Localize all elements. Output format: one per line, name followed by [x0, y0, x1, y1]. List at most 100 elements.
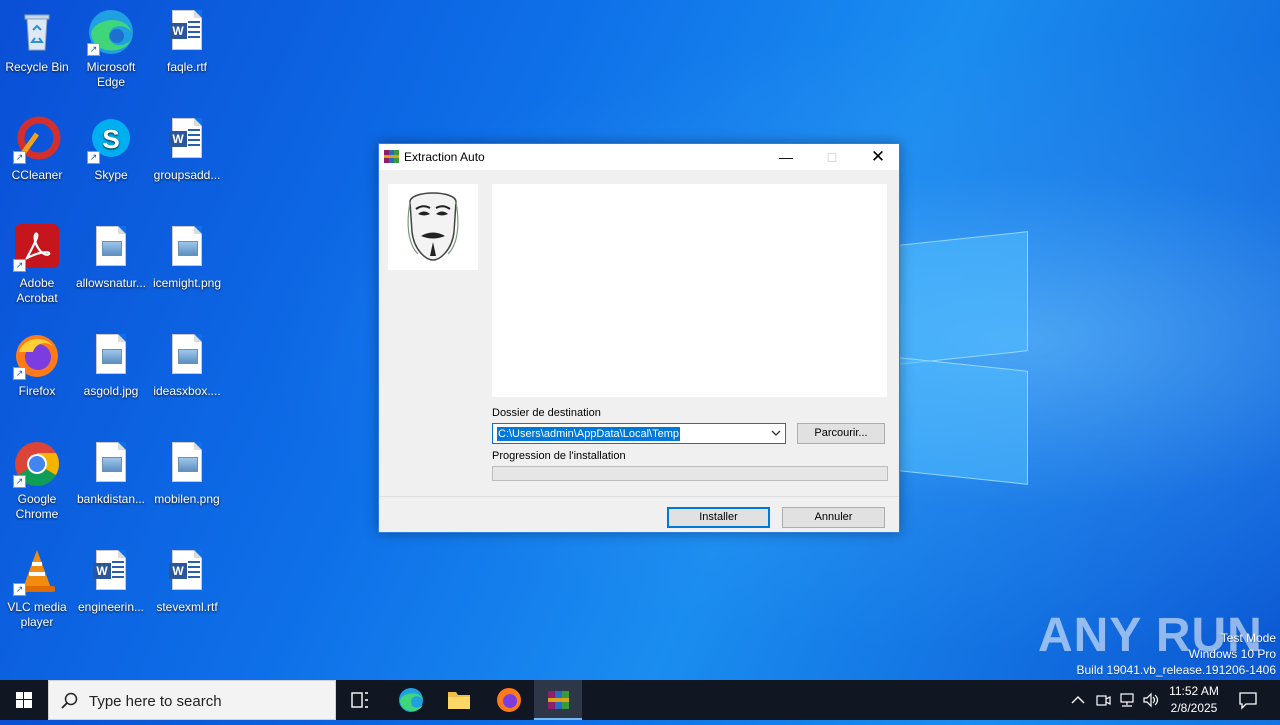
image-file-icon [163, 332, 211, 380]
browse-button[interactable]: Parcourir... [797, 423, 885, 444]
taskbar-clock[interactable]: 11:52 AM 2/8/2025 [1160, 683, 1228, 717]
winrar-icon [384, 150, 399, 163]
dialog-titlebar[interactable]: Extraction Auto — □ ✕ [379, 144, 899, 170]
firefox-icon [497, 688, 521, 712]
firefox-icon: ↗ [13, 332, 61, 380]
skype-icon: S ↗ [87, 116, 135, 164]
desktop-icon-asgold[interactable]: asgold.jpg [73, 332, 149, 399]
taskbar-firefox[interactable] [485, 680, 533, 720]
desktop-icon-icemight[interactable]: icemight.png [149, 224, 225, 291]
desktop-icon-adobe-acrobat[interactable]: ↗ Adobe Acrobat [0, 224, 75, 306]
destination-value: C:\Users\admin\AppData\Local\Temp [497, 427, 680, 441]
image-file-icon [87, 224, 135, 272]
recycle-bin-icon [13, 8, 61, 56]
desktop-icon-ideasxbox[interactable]: ideasxbox.... [149, 332, 225, 399]
chevron-down-icon[interactable] [771, 428, 781, 438]
desktop-icon-label: Firefox [18, 384, 56, 398]
taskbar-search-box[interactable]: Type here to search [48, 680, 336, 720]
start-button[interactable] [0, 680, 48, 720]
notification-icon[interactable] [1238, 690, 1258, 710]
meet-now-icon[interactable] [1095, 692, 1111, 708]
image-file-icon [163, 440, 211, 488]
desktop-icon-engineerin[interactable]: W engineerin... [73, 548, 149, 615]
edge-icon: ↗ [87, 8, 135, 56]
desktop-icon-groupsadd[interactable]: W groupsadd... [149, 116, 225, 183]
watermark-edition: Windows 10 Pro [1188, 647, 1276, 661]
dialog-title: Extraction Auto [404, 150, 485, 164]
maximize-button[interactable]: □ [809, 144, 855, 170]
search-placeholder: Type here to search [89, 693, 222, 710]
desktop-icon-label: Google Chrome [15, 492, 59, 521]
cancel-button[interactable]: Annuler [782, 507, 885, 528]
desktop-icon-label: icemight.png [152, 276, 222, 290]
windows-start-icon [16, 692, 32, 708]
watermark-build: Build 19041.vb_release.191206-1406 [1076, 663, 1277, 677]
watermark-test-mode: Test Mode [1220, 631, 1276, 645]
dialog-separator [379, 496, 899, 497]
clock-time: 11:52 AM [1169, 684, 1219, 698]
desktop-icon-recycle-bin[interactable]: Recycle Bin [0, 8, 75, 75]
search-icon [61, 692, 78, 709]
image-file-icon [87, 440, 135, 488]
desktop-icon-label: CCleaner [11, 168, 63, 182]
desktop-icon-google-chrome[interactable]: ↗ Google Chrome [0, 440, 75, 522]
desktop-icon-label: bankdistan... [76, 492, 146, 506]
installation-progress-bar [492, 466, 888, 481]
taskbar-edge[interactable] [387, 680, 435, 720]
desktop-icon-skype[interactable]: S ↗ Skype [73, 116, 149, 183]
folder-icon [448, 692, 470, 709]
desktop-icon-microsoft-edge[interactable]: ↗ Microsoft Edge [73, 8, 149, 90]
chevron-up-icon[interactable] [1070, 693, 1086, 707]
volume-icon[interactable] [1142, 692, 1160, 708]
minimize-button[interactable]: — [763, 144, 809, 170]
chrome-icon: ↗ [13, 440, 61, 488]
close-button[interactable]: ✕ [855, 144, 901, 170]
desktop-icon-label: groupsadd... [153, 168, 221, 182]
install-button[interactable]: Installer [667, 507, 770, 528]
acrobat-icon: ↗ [13, 224, 61, 272]
svg-text:S: S [102, 124, 119, 154]
desktop-icon-vlc[interactable]: ↗ VLC media player [0, 548, 75, 630]
system-watermark: Test Mode Windows 10 Pro Build 19041.vb_… [1077, 630, 1277, 678]
desktop-icon-label: Skype [94, 168, 128, 182]
installer-logo-image [388, 184, 478, 270]
winrar-icon [548, 691, 569, 709]
desktop-icon-label: stevexml.rtf [156, 600, 218, 614]
task-view-button[interactable] [336, 680, 384, 720]
desktop-icon-label: Recycle Bin [5, 60, 69, 74]
clock-date: 2/8/2025 [1170, 701, 1218, 715]
word-document-icon: W [163, 116, 211, 164]
desktop-icon-faqle[interactable]: W faqle.rtf [149, 8, 225, 75]
ccleaner-icon: ↗ [13, 116, 61, 164]
desktop-icon-label: VLC media player [7, 600, 67, 629]
taskbar-file-explorer[interactable] [435, 680, 483, 720]
desktop-icon-allowsnatur[interactable]: allowsnatur... [73, 224, 149, 291]
word-document-icon: W [163, 8, 211, 56]
desktop-icon-firefox[interactable]: ↗ Firefox [0, 332, 75, 399]
desktop-icon-stevexml[interactable]: W stevexml.rtf [149, 548, 225, 615]
image-file-icon [87, 332, 135, 380]
desktop-icon-label: allowsnatur... [75, 276, 147, 290]
taskbar: Type here to search 11:52 AM 2/8/2025 [0, 680, 1280, 720]
edge-icon [399, 688, 423, 712]
image-file-icon [163, 224, 211, 272]
word-document-icon: W [163, 548, 211, 596]
desktop-icon-label: ideasxbox.... [153, 384, 221, 398]
vlc-icon: ↗ [13, 548, 61, 596]
desktop-icon-mobilen[interactable]: mobilen.png [149, 440, 225, 507]
desktop-icon-label: asgold.jpg [83, 384, 139, 398]
extraction-dialog: Extraction Auto — □ ✕ Dossier de destina… [378, 143, 900, 533]
taskbar-winrar[interactable] [534, 680, 582, 720]
desktop-icon-bankdistan[interactable]: bankdistan... [73, 440, 149, 507]
network-icon[interactable] [1118, 692, 1136, 708]
desktop-icon-label: Adobe Acrobat [16, 276, 58, 305]
desktop-icon-label: engineerin... [77, 600, 145, 614]
destination-combobox[interactable]: C:\Users\admin\AppData\Local\Temp [492, 423, 786, 444]
word-document-icon: W [87, 548, 135, 596]
destination-label: Dossier de destination [492, 407, 601, 419]
license-text-area[interactable] [492, 184, 887, 397]
desktop-icon-label: Microsoft Edge [86, 60, 136, 89]
desktop-icon-ccleaner[interactable]: ↗ CCleaner [0, 116, 75, 183]
task-view-icon [351, 692, 368, 708]
progress-label: Progression de l'installation [492, 450, 626, 462]
